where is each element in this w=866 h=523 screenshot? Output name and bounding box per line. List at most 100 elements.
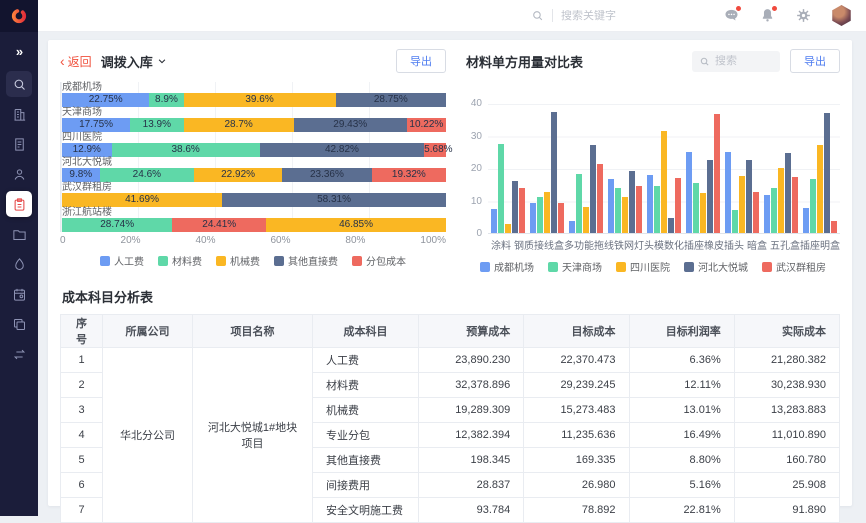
bar[interactable] xyxy=(636,186,642,233)
bar[interactable] xyxy=(725,152,731,233)
bar[interactable] xyxy=(753,192,759,233)
bar-segment[interactable]: 5.68% xyxy=(424,143,446,157)
bar[interactable] xyxy=(693,183,699,233)
legend-item[interactable]: 机械费 xyxy=(216,253,260,268)
chart-search[interactable] xyxy=(692,51,780,72)
bar[interactable] xyxy=(597,164,603,233)
bar-segment[interactable]: 24.41% xyxy=(172,218,266,232)
export-button-right[interactable]: 导出 xyxy=(790,49,840,73)
bar[interactable] xyxy=(512,181,518,233)
bar-segment[interactable]: 19.32% xyxy=(372,168,446,182)
back-button[interactable]: ‹ 返回 xyxy=(60,53,92,70)
bar[interactable] xyxy=(537,197,543,233)
bar[interactable] xyxy=(608,179,614,233)
bar[interactable] xyxy=(803,208,809,233)
bar[interactable] xyxy=(558,203,564,233)
bar[interactable] xyxy=(551,112,557,233)
bar[interactable] xyxy=(771,188,777,234)
bar-segment[interactable]: 13.9% xyxy=(130,118,183,132)
bar[interactable] xyxy=(700,193,706,233)
bar-segment[interactable]: 58.31% xyxy=(222,193,446,207)
global-search[interactable] xyxy=(531,9,671,22)
bar[interactable] xyxy=(785,153,791,233)
bar-segment[interactable]: 39.6% xyxy=(184,93,336,107)
sidebar-expand-icon[interactable]: » xyxy=(16,44,22,59)
bar-segment[interactable]: 41.69% xyxy=(62,193,222,207)
avatar[interactable] xyxy=(831,5,852,26)
sidebar-item-drop[interactable] xyxy=(6,251,32,277)
bar[interactable] xyxy=(654,186,660,233)
bar[interactable] xyxy=(544,192,550,233)
bar[interactable] xyxy=(810,179,816,233)
bar[interactable] xyxy=(675,178,681,233)
bar[interactable] xyxy=(732,210,738,233)
legend-item[interactable]: 天津商场 xyxy=(548,259,602,274)
sidebar-item-transfer[interactable] xyxy=(6,341,32,367)
bar[interactable] xyxy=(739,176,745,233)
bar-segment[interactable]: 29.43% xyxy=(294,118,407,132)
legend-item[interactable]: 其他直接费 xyxy=(274,253,338,268)
bar[interactable] xyxy=(622,197,628,233)
bar[interactable] xyxy=(569,221,575,233)
bar-segment[interactable]: 28.7% xyxy=(184,118,294,132)
legend-item[interactable]: 武汉群租房 xyxy=(762,259,826,274)
bar[interactable] xyxy=(576,174,582,233)
bell-icon[interactable] xyxy=(759,7,776,24)
sidebar-item-copy[interactable] xyxy=(6,311,32,337)
export-button-left[interactable]: 导出 xyxy=(396,49,446,73)
bar[interactable] xyxy=(590,145,596,233)
chart-search-input[interactable] xyxy=(715,55,773,67)
bar-segment[interactable]: 28.75% xyxy=(336,93,446,107)
bar-segment[interactable]: 42.82% xyxy=(260,143,424,157)
legend-item[interactable]: 人工费 xyxy=(100,253,144,268)
bar[interactable] xyxy=(498,144,504,233)
bar[interactable] xyxy=(519,188,525,233)
sidebar-item-clipboard[interactable] xyxy=(6,191,32,217)
sidebar-item-building[interactable] xyxy=(6,101,32,127)
bar-segment[interactable]: 38.6% xyxy=(112,143,260,157)
bar[interactable] xyxy=(792,177,798,233)
bar[interactable] xyxy=(629,171,635,233)
bar-segment[interactable]: 12.9% xyxy=(62,143,112,157)
bar-segment[interactable]: 17.75% xyxy=(62,118,130,132)
legend-item[interactable]: 河北大悦城 xyxy=(684,259,748,274)
bar[interactable] xyxy=(817,145,823,233)
gear-icon[interactable] xyxy=(795,7,812,24)
legend-item[interactable]: 分包成本 xyxy=(352,253,406,268)
sidebar-item-user[interactable] xyxy=(6,161,32,187)
global-search-input[interactable] xyxy=(561,10,671,22)
legend-item[interactable]: 材料费 xyxy=(158,253,202,268)
bar[interactable] xyxy=(668,218,674,233)
bar[interactable] xyxy=(746,160,752,233)
message-icon[interactable] xyxy=(723,7,740,24)
bar-segment[interactable]: 22.92% xyxy=(194,168,282,182)
bar-segment[interactable]: 28.74% xyxy=(62,218,172,232)
bar-segment[interactable]: 46.85% xyxy=(266,218,446,232)
bar-segment[interactable]: 24.6% xyxy=(100,168,194,182)
bar[interactable] xyxy=(661,131,667,233)
bar[interactable] xyxy=(831,221,837,233)
bar[interactable] xyxy=(707,160,713,233)
bar[interactable] xyxy=(764,195,770,233)
bar[interactable] xyxy=(778,168,784,233)
bar[interactable] xyxy=(714,114,720,233)
bar-segment[interactable]: 8.9% xyxy=(149,93,183,107)
bar-segment[interactable]: 23.36% xyxy=(282,168,372,182)
bar[interactable] xyxy=(615,188,621,233)
bar[interactable] xyxy=(647,175,653,234)
bar-segment[interactable]: 9.8% xyxy=(62,168,100,182)
legend-item[interactable]: 四川医院 xyxy=(616,259,670,274)
bar[interactable] xyxy=(583,207,589,233)
bar[interactable] xyxy=(505,224,511,233)
sidebar-item-calendar[interactable] xyxy=(6,281,32,307)
sidebar-item-folder[interactable] xyxy=(6,221,32,247)
chevron-down-icon[interactable] xyxy=(157,56,167,66)
sidebar-item-search[interactable] xyxy=(6,71,32,97)
sidebar-item-document[interactable] xyxy=(6,131,32,157)
bar[interactable] xyxy=(824,113,830,233)
app-logo[interactable] xyxy=(0,0,38,32)
bar[interactable] xyxy=(686,152,692,233)
legend-item[interactable]: 成都机场 xyxy=(480,259,534,274)
bar-segment[interactable]: 22.75% xyxy=(62,93,149,107)
bar-segment[interactable]: 10.22% xyxy=(407,118,446,132)
